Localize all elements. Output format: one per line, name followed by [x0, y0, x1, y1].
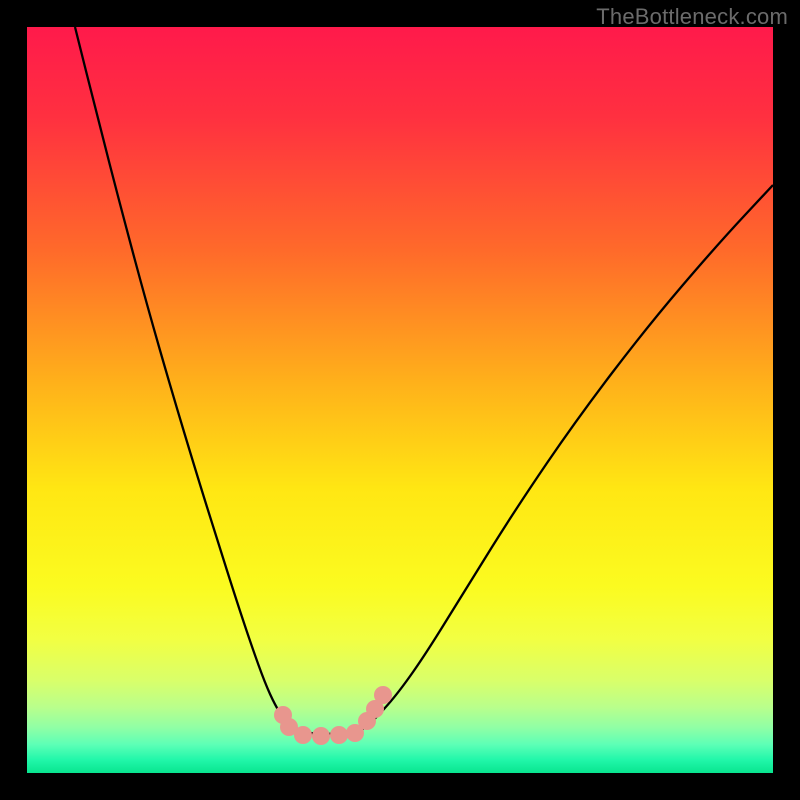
data-marker [312, 727, 330, 745]
curve-layer [27, 27, 773, 773]
data-marker [330, 726, 348, 744]
watermark-text: TheBottleneck.com [596, 4, 788, 30]
data-marker [374, 686, 392, 704]
bottleneck-curve [75, 27, 773, 734]
plot-frame [27, 27, 773, 773]
data-marker [294, 726, 312, 744]
